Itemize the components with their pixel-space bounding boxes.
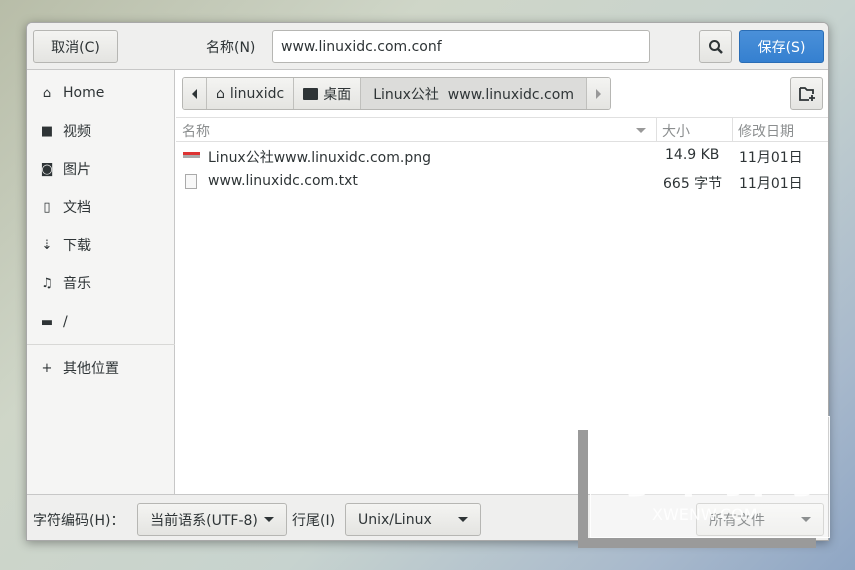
file-modified: 11月01日	[739, 150, 803, 166]
sidebar-item-label: 视频	[63, 124, 91, 140]
sidebar-item-downloads[interactable]: ⇣ 下载	[39, 233, 91, 257]
camera-icon: ◙	[40, 161, 54, 177]
sidebar-item-label: 下载	[63, 238, 91, 254]
video-icon: ■	[40, 123, 54, 139]
sidebar-item-other-locations[interactable]: + 其他位置	[39, 356, 119, 380]
file-size: 14.9 KB	[665, 147, 720, 163]
watermark-logo: 小闻网	[610, 429, 820, 506]
encoding-label: 字符编码(H)：	[33, 513, 125, 529]
name-label: 名称(N)	[206, 40, 256, 56]
save-label: 保存(S)	[757, 39, 806, 56]
sidebar-item-videos[interactable]: ■ 视频	[39, 119, 91, 143]
line-ending-dropdown[interactable]: Unix/Linux	[345, 503, 481, 536]
document-icon: ▯	[43, 199, 51, 215]
sort-arrow-icon	[636, 128, 646, 133]
sidebar-item-label: Home	[63, 85, 105, 101]
sidebar-item-music[interactable]: ♫ 音乐	[39, 271, 91, 295]
column-divider	[656, 118, 657, 142]
image-file-icon	[183, 152, 200, 158]
new-folder-button[interactable]	[790, 77, 823, 110]
music-icon: ♫	[41, 275, 53, 291]
chevron-down-icon	[263, 517, 274, 522]
plus-icon: +	[41, 360, 53, 376]
filename-value: www.linuxidc.com.conf	[281, 38, 442, 55]
sidebar-item-home[interactable]: ⌂ Home	[39, 81, 104, 105]
file-modified: 11月01日	[739, 176, 803, 192]
breadcrumb-label: linuxidc	[229, 85, 285, 102]
breadcrumb-item-current[interactable]: Linux公社 www.linuxidc.com	[361, 78, 587, 109]
column-size[interactable]: 大小	[662, 121, 690, 141]
file-name: Linux公社www.linuxidc.com.png	[208, 150, 431, 166]
header-bar: 取消(C) 名称(N) www.linuxidc.com.conf 保存(S)	[27, 23, 828, 70]
file-name: www.linuxidc.com.txt	[208, 173, 358, 189]
sidebar-item-documents[interactable]: ▯ 文档	[39, 195, 91, 219]
column-name[interactable]: 名称	[182, 121, 210, 141]
watermark-border	[578, 538, 816, 548]
sidebar-item-label: 音乐	[63, 276, 91, 292]
text-file-icon	[185, 174, 197, 189]
chevron-down-icon	[458, 517, 468, 522]
column-headers: 名称 大小 修改日期	[176, 117, 828, 142]
new-folder-icon	[798, 86, 815, 101]
folder-icon	[303, 87, 319, 100]
breadcrumb: ⌂ linuxidc 桌面 Linux公社 www.linuxidc.com	[182, 77, 611, 110]
sidebar-item-root[interactable]: ▬ /	[39, 310, 68, 334]
filename-input[interactable]: www.linuxidc.com.conf	[272, 30, 650, 63]
breadcrumb-label: 桌面	[323, 86, 352, 103]
file-row[interactable]: www.linuxidc.com.txt 665 字节 11月01日	[176, 169, 828, 195]
sidebar-separator	[27, 344, 175, 345]
encoding-dropdown[interactable]: 当前语系(UTF-8)	[137, 503, 287, 536]
file-size: 665 字节	[663, 176, 723, 192]
places-sidebar: ⌂ Home ■ 视频 ◙ 图片 ▯ 文档 ⇣ 下载 ♫ 音乐 ▬ / + 其他位置	[27, 70, 175, 494]
cancel-label: 取消(C)	[51, 39, 100, 56]
sidebar-item-label: 图片	[63, 162, 91, 178]
save-button[interactable]: 保存(S)	[739, 30, 824, 63]
file-row[interactable]: Linux公社www.linuxidc.com.png 14.9 KB 11月0…	[176, 143, 828, 169]
home-icon: ⌂	[42, 85, 52, 101]
watermark-border	[578, 430, 588, 548]
breadcrumb-forward-button[interactable]	[586, 78, 610, 109]
search-button[interactable]	[699, 30, 732, 63]
watermark-url: XWENW.COM	[652, 505, 758, 524]
column-divider	[732, 118, 733, 142]
folder-icon: ▬	[40, 314, 54, 330]
column-modified[interactable]: 修改日期	[738, 121, 794, 141]
download-icon: ⇣	[41, 237, 53, 253]
search-icon	[708, 39, 723, 54]
sidebar-item-label: 其他位置	[63, 361, 119, 377]
sidebar-item-pictures[interactable]: ◙ 图片	[39, 157, 91, 181]
sidebar-item-label: /	[63, 314, 68, 330]
line-ending-value: Unix/Linux	[358, 511, 432, 528]
breadcrumb-label: Linux公社 www.linuxidc.com	[373, 86, 574, 103]
chevron-right-icon	[595, 88, 601, 99]
breadcrumb-back-button[interactable]	[183, 78, 207, 109]
line-ending-label: 行尾(I)	[292, 513, 336, 529]
encoding-value: 当前语系(UTF-8)	[150, 512, 258, 529]
chevron-left-icon	[192, 88, 197, 99]
cancel-button[interactable]: 取消(C)	[33, 30, 118, 63]
sidebar-item-label: 文档	[63, 200, 91, 216]
breadcrumb-item-desktop[interactable]: 桌面	[294, 78, 362, 109]
breadcrumb-item-home[interactable]: ⌂ linuxidc	[207, 78, 295, 109]
home-icon: ⌂	[216, 85, 225, 102]
